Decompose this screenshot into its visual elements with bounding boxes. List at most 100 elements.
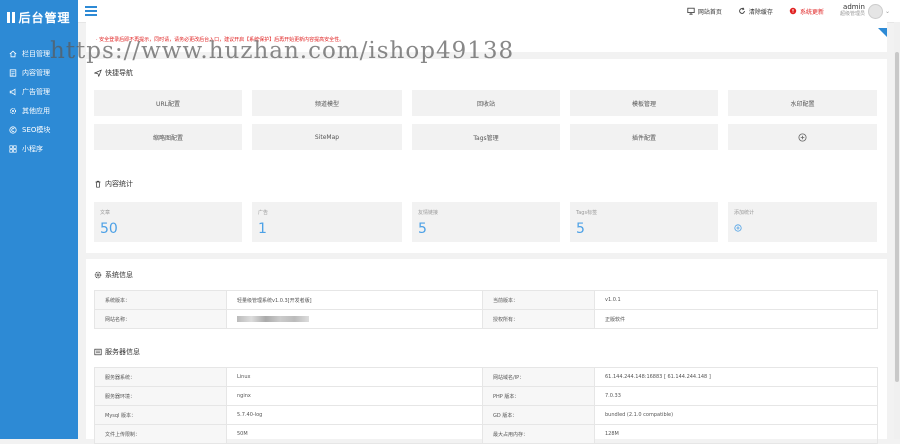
table-key: 服务器系统：: [94, 367, 227, 387]
user-role: 超级管理员: [839, 11, 865, 17]
stat-value: 50: [100, 221, 118, 237]
list-icon: [94, 348, 102, 356]
content-stats-title: 内容统计: [94, 179, 133, 189]
quick-nav-item[interactable]: 缩略图配置: [94, 124, 242, 150]
redacted-text: [237, 315, 309, 322]
username: admin: [843, 3, 865, 11]
trash-icon: [95, 180, 101, 188]
chevron-down-icon[interactable]: ⌄: [885, 8, 890, 15]
quick-nav-card: 快捷导航 URL配置 频道模型 回收站 模板管理 水印配置 缩略图配置 Site…: [86, 59, 887, 183]
stat-label: Tags标签: [576, 210, 598, 216]
quick-nav-item[interactable]: Tags管理: [412, 124, 560, 150]
table-row: 系统版本： 轻量级管理系统v1.0.3[开发者版] 当前版本： v1.0.1: [94, 290, 878, 310]
stat-value: 5: [418, 221, 427, 237]
table-value: bundled (2.1.0 compatible): [594, 405, 878, 425]
refresh-icon: [739, 7, 745, 14]
table-key: 网站域名/IP：: [482, 367, 595, 387]
table-key: 授权所有：: [482, 309, 595, 329]
sidebar-item-content[interactable]: 内容管理: [0, 64, 78, 82]
stat-card-articles[interactable]: 文章 50: [94, 202, 242, 242]
quick-nav-item[interactable]: 回收站: [412, 90, 560, 116]
table-value: 61.144.244.148:16883 [ 61.144.244.148 ]: [594, 367, 878, 387]
logo-icon: [7, 11, 16, 23]
user-menu[interactable]: admin 超级管理员 ⌄: [839, 3, 890, 19]
gear-icon: [9, 107, 17, 115]
content-stats-card: 内容统计 文章 50 广告 1 友情链接 5 Tags标签 5 添加统计: [86, 168, 887, 253]
stat-label: 友情链接: [418, 210, 439, 216]
main-content: · 安全登录后即不再提示，同时请，请务必更改后台入口，建议开启【系统保护】后再开…: [86, 22, 887, 444]
table-key: 文件上传限制：: [94, 424, 227, 444]
site-home-label: 网站首页: [697, 8, 722, 16]
megaphone-icon: [9, 88, 16, 96]
sidebar-item-seo[interactable]: SEO模块: [0, 121, 78, 139]
system-info-table: 系统版本： 轻量级管理系统v1.0.3[开发者版] 当前版本： v1.0.1 网…: [94, 290, 878, 329]
clear-cache-link[interactable]: 清除缓存: [738, 7, 773, 16]
alert-icon: [789, 7, 797, 15]
sidebar-item-apps[interactable]: 其他应用: [0, 102, 78, 120]
notice-text: · 安全登录后即不再提示，同时请，请务必更改后台入口，建议开启【系统保护】后再开…: [96, 37, 345, 43]
stat-value: 1: [258, 221, 267, 237]
site-name-value: [226, 309, 483, 329]
quick-nav-item[interactable]: 频道模型: [252, 90, 402, 116]
quick-nav-item[interactable]: 模板管理: [570, 90, 718, 116]
system-update-link[interactable]: 系统更新: [789, 7, 824, 16]
quick-nav-add[interactable]: [728, 124, 877, 150]
table-value: nginx: [226, 386, 483, 406]
monitor-icon: [687, 7, 695, 15]
table-key: 服务器环境：: [94, 386, 227, 406]
quick-nav-item[interactable]: URL配置: [94, 90, 242, 116]
sidebar-item-label: 其他应用: [22, 107, 50, 115]
corner-flag-icon: [878, 28, 887, 37]
stat-card-links[interactable]: 友情链接 5: [412, 202, 560, 242]
logo-text: 后台管理: [18, 10, 71, 25]
send-icon: [94, 69, 102, 77]
stat-label: 文章: [100, 210, 111, 216]
quick-nav-item[interactable]: 水印配置: [728, 90, 877, 116]
table-value: Linux: [226, 367, 483, 387]
table-key: 系统版本：: [94, 290, 227, 310]
home-icon: [9, 50, 17, 58]
table-value: 128M: [594, 424, 878, 444]
system-info-title: 系统信息: [94, 270, 133, 280]
scrollbar-thumb[interactable]: [895, 52, 899, 382]
sidebar-item-columns[interactable]: 栏目管理: [0, 45, 78, 63]
system-update-label: 系统更新: [799, 8, 824, 16]
logo[interactable]: 后台管理: [0, 0, 78, 34]
table-key: 当前版本：: [482, 290, 595, 310]
topbar: 网站首页 清除缓存 系统更新 admin 超级管理员 ⌄: [78, 0, 900, 23]
table-key: Mysql 版本：: [94, 405, 227, 425]
table-key: GD 版本：: [482, 405, 595, 425]
grid-icon: [9, 145, 17, 153]
sidebar-item-miniapp[interactable]: 小程序: [0, 140, 78, 158]
scrollbar[interactable]: [894, 22, 900, 439]
clear-cache-label: 清除缓存: [748, 8, 773, 16]
table-row: 网站名称： 授权所有： 正版软件: [94, 309, 878, 329]
stat-card-add[interactable]: 添加统计: [728, 202, 877, 242]
server-info-title: 服务器信息: [94, 347, 140, 357]
sidebar-item-label: 小程序: [22, 145, 43, 153]
quick-nav-item[interactable]: SiteMap: [252, 124, 402, 150]
table-row: 文件上传限制： 50M 最大占用内存： 128M: [94, 424, 878, 444]
table-value: v1.0.1: [594, 290, 878, 310]
stat-card-tags[interactable]: Tags标签 5: [570, 202, 718, 242]
table-key: PHP 版本：: [482, 386, 595, 406]
sidebar-item-label: 栏目管理: [22, 50, 50, 58]
stat-label: 广告: [258, 210, 269, 216]
table-key: 网站名称：: [94, 309, 227, 329]
site-home-link[interactable]: 网站首页: [687, 7, 722, 16]
table-row: 服务器系统： Linux 网站域名/IP： 61.144.244.148:168…: [94, 367, 878, 387]
avatar[interactable]: [867, 3, 883, 19]
sidebar-item-ads[interactable]: 广告管理: [0, 83, 78, 101]
sidebar: 后台管理 栏目管理 内容管理 广告管理 其他应用 SEO模块 小程序: [0, 0, 78, 439]
add-circle-icon: [798, 132, 807, 142]
menu-toggle-icon[interactable]: [85, 5, 97, 17]
system-version-value: 轻量级管理系统v1.0.3[开发者版]: [226, 290, 483, 310]
table-row: 服务器环境： nginx PHP 版本： 7.0.33: [94, 386, 878, 406]
stat-card-ads[interactable]: 广告 1: [252, 202, 402, 242]
settings-icon: [94, 271, 102, 279]
stat-value: 5: [576, 221, 585, 237]
quick-nav-item[interactable]: 插件配置: [570, 124, 718, 150]
table-value: 5.7.40-log: [226, 405, 483, 425]
sidebar-item-label: SEO模块: [22, 126, 51, 134]
table-value: 正版软件: [594, 309, 878, 329]
